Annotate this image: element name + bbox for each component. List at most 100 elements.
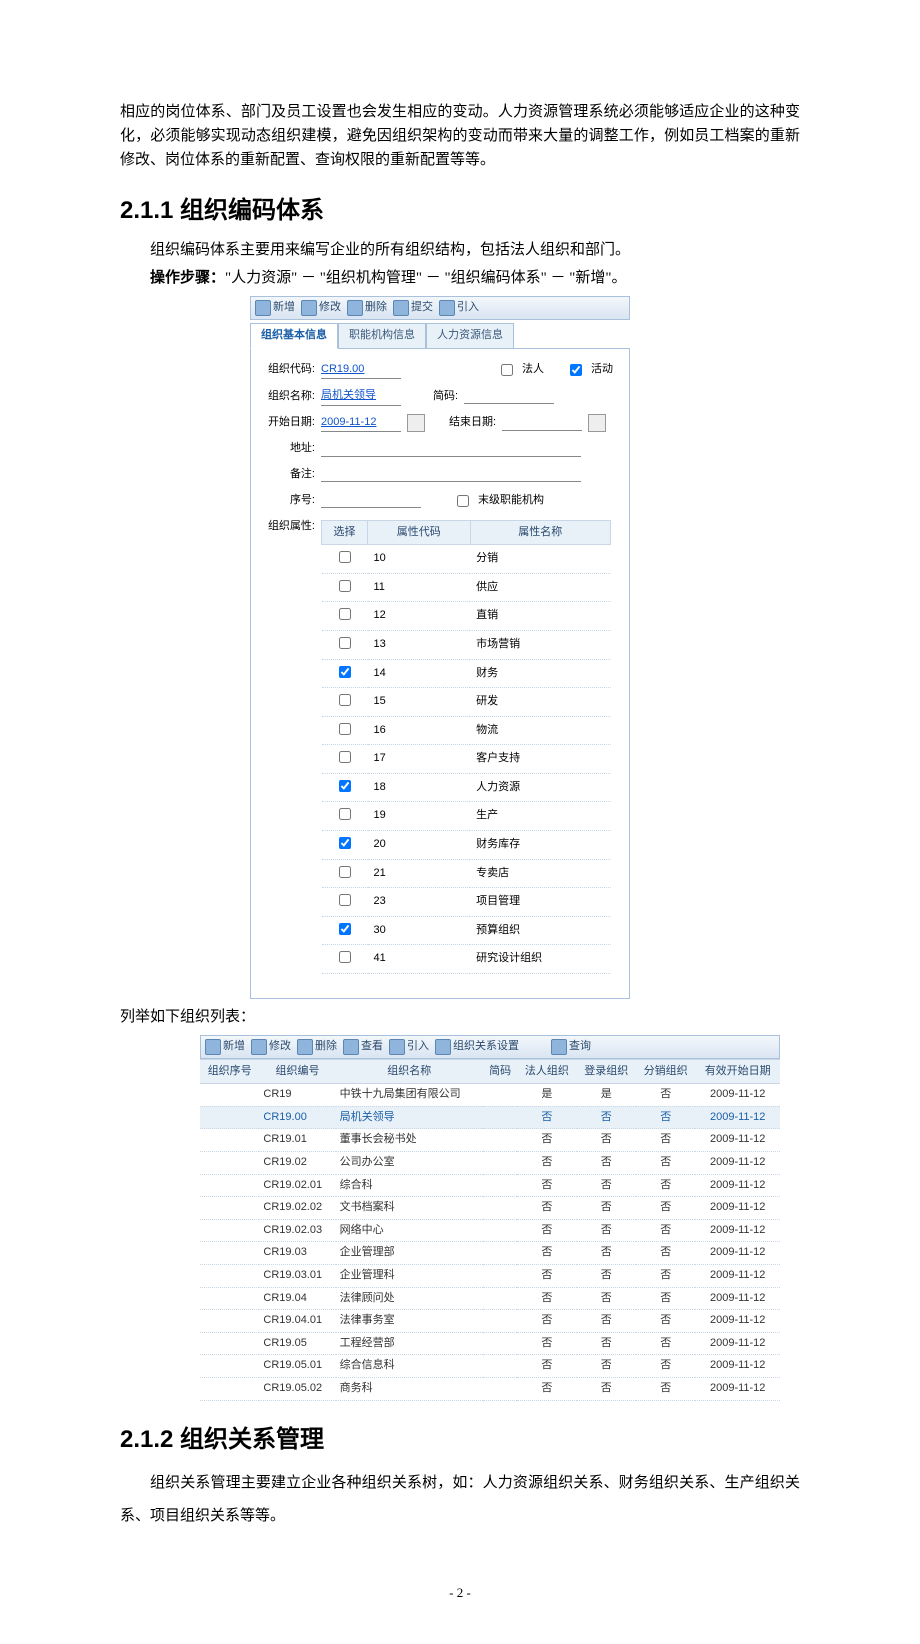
attr-row[interactable]: 10分销 [322,545,611,574]
cell-dist: 否 [636,1264,695,1287]
btn-edit[interactable]: 修改 [251,1038,291,1056]
attr-row[interactable]: 13市场营销 [322,630,611,659]
cell-code: CR19.02.01 [259,1174,335,1197]
attr-name: 分销 [470,545,610,574]
btn-submit[interactable]: 提交 [393,299,433,317]
attr-row[interactable]: 18人力资源 [322,773,611,802]
input-address[interactable] [321,442,581,457]
table-row[interactable]: CR19.02.01综合科否否否2009-11-12 [200,1174,780,1197]
tab-basic-info[interactable]: 组织基本信息 [250,323,338,349]
btn-delete-label: 删除 [365,299,387,317]
th-abbr: 简码 [483,1059,517,1084]
attr-checkbox[interactable] [339,666,351,678]
tab-hr-info[interactable]: 人力资源信息 [426,323,514,349]
cell-code: CR19.01 [259,1129,335,1152]
calendar-icon[interactable] [407,414,425,432]
value-name[interactable]: 局机关领导 [321,387,401,406]
btn-edit[interactable]: 修改 [301,299,341,317]
attr-row[interactable]: 12直销 [322,602,611,631]
input-remark[interactable] [321,467,581,482]
cell-dist: 否 [636,1219,695,1242]
btn-new[interactable]: 新增 [205,1038,245,1056]
table-row[interactable]: CR19.05工程经营部否否否2009-11-12 [200,1332,780,1355]
table-row[interactable]: CR19.03企业管理部否否否2009-11-12 [200,1242,780,1265]
table-row[interactable]: CR19.00局机关领导否否否2009-11-12 [200,1106,780,1129]
calendar-icon[interactable] [588,414,606,432]
attr-row[interactable]: 14财务 [322,659,611,688]
attr-checkbox[interactable] [339,608,351,620]
attr-checkbox[interactable] [339,808,351,820]
attr-row[interactable]: 30预算组织 [322,916,611,945]
attr-row[interactable]: 17客户支持 [322,745,611,774]
attr-checkbox[interactable] [339,951,351,963]
table-row[interactable]: CR19.02.02文书档案科否否否2009-11-12 [200,1197,780,1220]
attr-checkbox[interactable] [339,780,351,792]
cell-abbr [483,1332,517,1355]
attr-checkbox[interactable] [339,723,351,735]
input-end-date[interactable] [502,416,582,431]
btn-new-label: 新增 [273,299,295,317]
btn-org-relation[interactable]: 组织关系设置 [435,1038,519,1056]
cell-date: 2009-11-12 [695,1242,780,1265]
table-row[interactable]: CR19.05.02商务科否否否2009-11-12 [200,1377,780,1400]
checkbox-legal[interactable] [501,364,513,376]
checkbox-leaf[interactable] [457,495,469,507]
attr-row[interactable]: 21专卖店 [322,859,611,888]
heading-212: 2.1.2 组织关系管理 [120,1421,800,1459]
btn-delete[interactable]: 删除 [297,1038,337,1056]
attr-row[interactable]: 20财务库存 [322,831,611,860]
btn-import[interactable]: 引入 [389,1038,429,1056]
btn-view[interactable]: 查看 [343,1038,383,1056]
table-row[interactable]: CR19.05.01综合信息科否否否2009-11-12 [200,1355,780,1378]
attr-checkbox[interactable] [339,866,351,878]
attr-row[interactable]: 16物流 [322,716,611,745]
btn-query[interactable]: 查询 [551,1038,591,1056]
attr-row[interactable]: 11供应 [322,573,611,602]
table-row[interactable]: CR19.01董事长会秘书处否否否2009-11-12 [200,1129,780,1152]
attr-checkbox[interactable] [339,551,351,563]
input-abbr[interactable] [464,389,554,404]
attr-checkbox[interactable] [339,751,351,763]
btn-import[interactable]: 引入 [439,299,479,317]
attr-row[interactable]: 19生产 [322,802,611,831]
cell-legal: 否 [517,1152,576,1175]
btn-import-label: 引入 [457,299,479,317]
attr-name: 预算组织 [470,916,610,945]
checkbox-active[interactable] [570,364,582,376]
th-date: 有效开始日期 [695,1059,780,1084]
table-row[interactable]: CR19中铁十九局集团有限公司是是否2009-11-12 [200,1084,780,1107]
cell-login: 否 [577,1242,636,1265]
cell-legal: 是 [517,1084,576,1107]
cell-abbr [483,1264,517,1287]
p-212: 组织关系管理主要建立企业各种组织关系树，如：人力资源组织关系、财务组织关系、生产… [120,1467,800,1533]
table-row[interactable]: CR19.04法律顾问处否否否2009-11-12 [200,1287,780,1310]
table-row[interactable]: CR19.04.01法律事务室否否否2009-11-12 [200,1310,780,1333]
table-row[interactable]: CR19.02公司办公室否否否2009-11-12 [200,1152,780,1175]
btn-new[interactable]: 新增 [255,299,295,317]
cell-login: 否 [577,1332,636,1355]
cell-abbr [483,1129,517,1152]
th-dist: 分销组织 [636,1059,695,1084]
attr-checkbox[interactable] [339,694,351,706]
attr-checkbox[interactable] [339,580,351,592]
attr-row[interactable]: 15研发 [322,688,611,717]
attr-checkbox[interactable] [339,923,351,935]
input-seq[interactable] [321,493,421,508]
attr-checkbox[interactable] [339,894,351,906]
value-code[interactable]: CR19.00 [321,361,401,380]
table-row[interactable]: CR19.02.03网络中心否否否2009-11-12 [200,1219,780,1242]
attr-row[interactable]: 23项目管理 [322,888,611,917]
value-start-date[interactable]: 2009-11-12 [321,414,401,433]
tab-function-info[interactable]: 职能机构信息 [338,323,426,349]
attr-checkbox[interactable] [339,837,351,849]
cell-code: CR19.02.03 [259,1219,335,1242]
attr-checkbox[interactable] [339,637,351,649]
attr-code: 20 [368,831,471,860]
attr-row[interactable]: 41研究设计组织 [322,945,611,974]
btn-delete[interactable]: 删除 [347,299,387,317]
cell-code: CR19.05.01 [259,1355,335,1378]
cell-name: 企业管理科 [336,1264,483,1287]
table-row[interactable]: CR19.03.01企业管理科否否否2009-11-12 [200,1264,780,1287]
cell-dist: 否 [636,1129,695,1152]
btn-edit-label: 修改 [319,299,341,317]
